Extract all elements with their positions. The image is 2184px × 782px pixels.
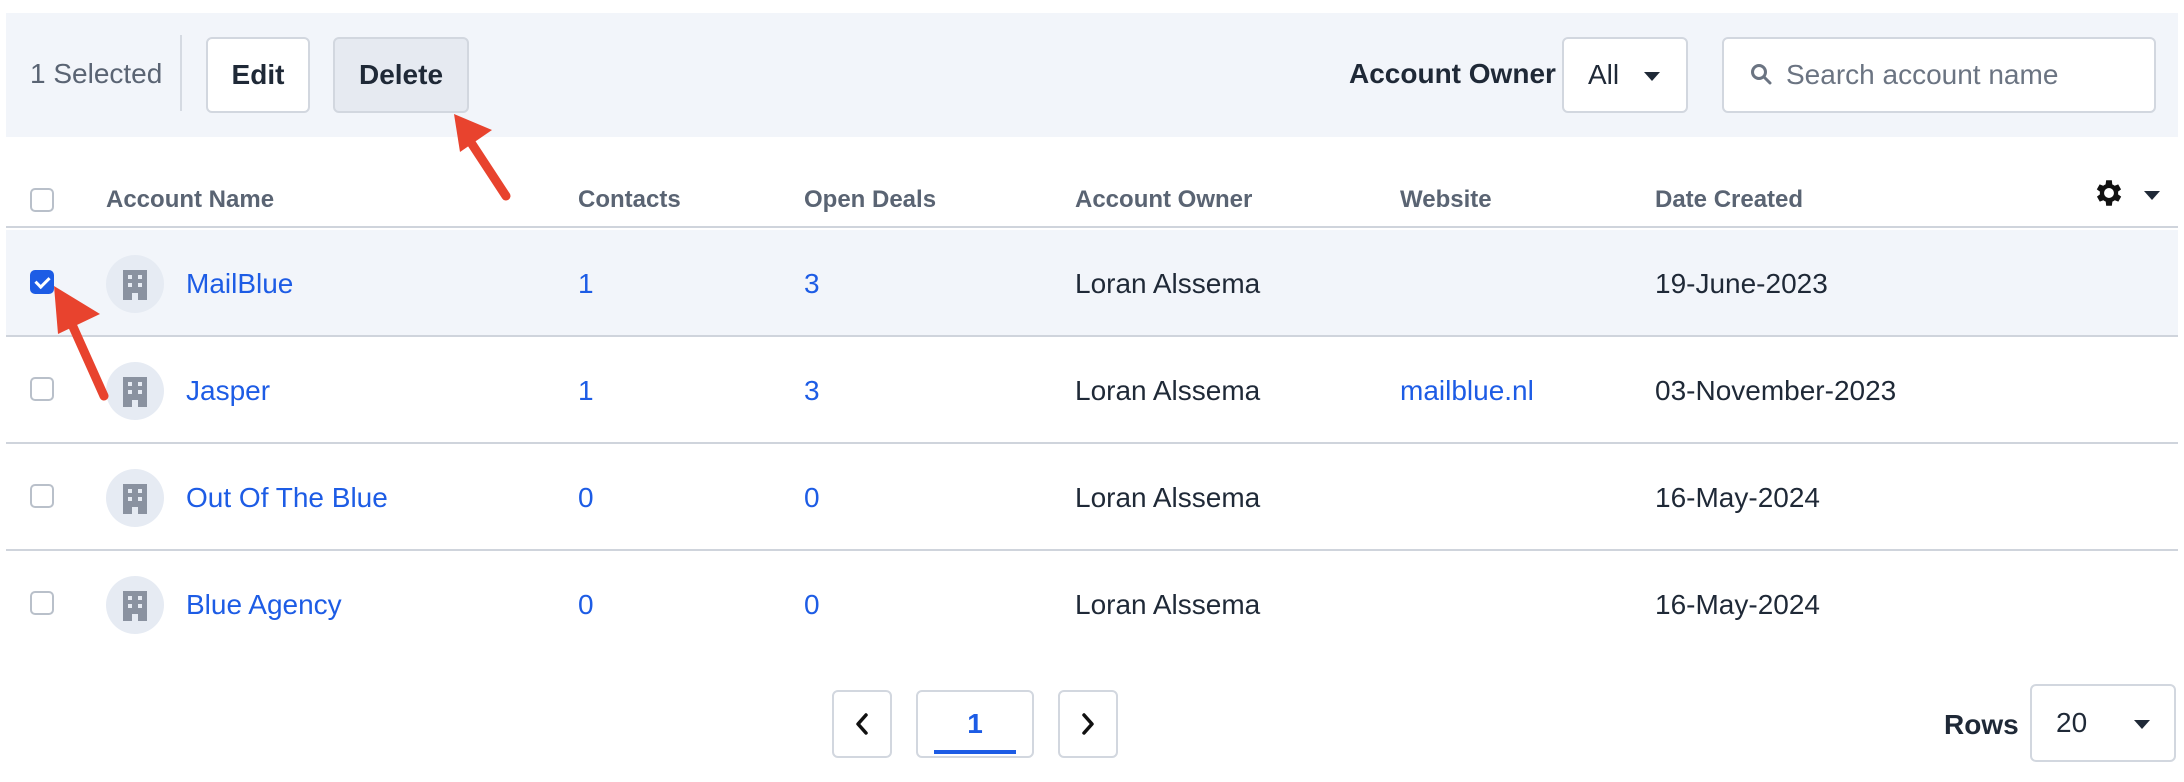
search-icon xyxy=(1751,64,1772,85)
building-icon xyxy=(123,377,147,407)
account-name-link[interactable]: Blue Agency xyxy=(186,589,342,621)
account-owner-select[interactable]: All xyxy=(1562,37,1688,113)
row-checkbox[interactable] xyxy=(30,484,54,508)
account-avatar xyxy=(106,576,164,634)
current-page-number: 1 xyxy=(967,708,983,739)
annotation-arrow-icon xyxy=(454,114,511,201)
selected-count: 1 Selected xyxy=(30,58,163,89)
column-header-open-deals[interactable]: Open Deals xyxy=(804,186,936,214)
building-icon xyxy=(123,270,147,300)
open-deals-count-link[interactable]: 0 xyxy=(804,482,820,514)
rows-per-page-label: Rows xyxy=(1944,709,2019,740)
column-header-website[interactable]: Website xyxy=(1400,186,1492,214)
column-header-date-created[interactable]: Date Created xyxy=(1655,186,1803,214)
rows-per-page-select[interactable]: 20 xyxy=(2030,684,2176,762)
account-owner-cell: Loran Alssema xyxy=(1075,482,1261,513)
table-row[interactable]: MailBlue 1 3 Loran Alssema 19-June-2023 xyxy=(6,230,2178,337)
building-icon xyxy=(123,591,147,621)
select-all-checkbox[interactable] xyxy=(30,188,54,212)
chevron-down-icon xyxy=(1644,72,1660,81)
table-row[interactable]: Jasper 1 3 Loran Alssema mailblue.nl 03-… xyxy=(6,337,2178,444)
table-row[interactable]: Out Of The Blue 0 0 Loran Alssema 16-May… xyxy=(6,444,2178,551)
contacts-count-link[interactable]: 0 xyxy=(578,589,594,621)
column-header-contacts[interactable]: Contacts xyxy=(578,186,681,214)
account-owner-cell: Loran Alssema xyxy=(1075,589,1261,620)
open-deals-count-link[interactable]: 3 xyxy=(804,375,820,407)
next-page-button[interactable] xyxy=(1058,690,1118,758)
search-box[interactable] xyxy=(1722,37,2156,113)
column-header-account-owner[interactable]: Account Owner xyxy=(1075,186,1252,214)
account-owner-select-value: All xyxy=(1588,59,1620,90)
chevron-left-icon xyxy=(856,713,868,735)
account-avatar xyxy=(106,469,164,527)
gear-icon xyxy=(2096,180,2122,206)
account-name-link[interactable]: Out Of The Blue xyxy=(186,482,388,514)
edit-button[interactable]: Edit xyxy=(206,37,310,113)
table-header: Account Name Contacts Open Deals Account… xyxy=(6,160,2178,228)
date-created-cell: 16-May-2024 xyxy=(1655,482,1820,513)
date-created-cell: 19-June-2023 xyxy=(1655,268,1828,299)
search-input[interactable] xyxy=(1786,53,2136,97)
website-link[interactable]: mailblue.nl xyxy=(1400,375,1534,407)
active-page-indicator xyxy=(934,750,1016,754)
table-row[interactable]: Blue Agency 0 0 Loran Alssema 16-May-202… xyxy=(6,551,2178,658)
toolbar-divider xyxy=(180,35,182,111)
previous-page-button[interactable] xyxy=(832,690,892,758)
contacts-count-link[interactable]: 1 xyxy=(578,268,594,300)
date-created-cell: 16-May-2024 xyxy=(1655,589,1820,620)
account-owner-filter-label: Account Owner xyxy=(1349,58,1556,89)
bulk-action-toolbar: 1 Selected Edit Delete Account Owner All xyxy=(6,13,2178,137)
account-name-link[interactable]: MailBlue xyxy=(186,268,293,300)
open-deals-count-link[interactable]: 0 xyxy=(804,589,820,621)
open-deals-count-link[interactable]: 3 xyxy=(804,268,820,300)
chevron-right-icon xyxy=(1082,713,1094,735)
account-owner-cell: Loran Alssema xyxy=(1075,268,1261,299)
chevron-down-icon xyxy=(2134,720,2150,729)
column-settings-button[interactable] xyxy=(2092,176,2162,216)
annotation-arrow-icon xyxy=(54,286,109,401)
date-created-cell: 03-November-2023 xyxy=(1655,375,1897,406)
rows-per-page-value: 20 xyxy=(2056,707,2088,738)
row-checkbox[interactable] xyxy=(30,591,54,615)
account-name-link[interactable]: Jasper xyxy=(186,375,270,407)
account-owner-cell: Loran Alssema xyxy=(1075,375,1261,406)
contacts-count-link[interactable]: 0 xyxy=(578,482,594,514)
building-icon xyxy=(123,484,147,514)
chevron-down-icon xyxy=(2144,191,2160,200)
contacts-count-link[interactable]: 1 xyxy=(578,375,594,407)
delete-button[interactable]: Delete xyxy=(333,37,469,113)
page-button-current[interactable]: 1 xyxy=(916,690,1034,758)
column-header-account-name[interactable]: Account Name xyxy=(106,186,274,214)
